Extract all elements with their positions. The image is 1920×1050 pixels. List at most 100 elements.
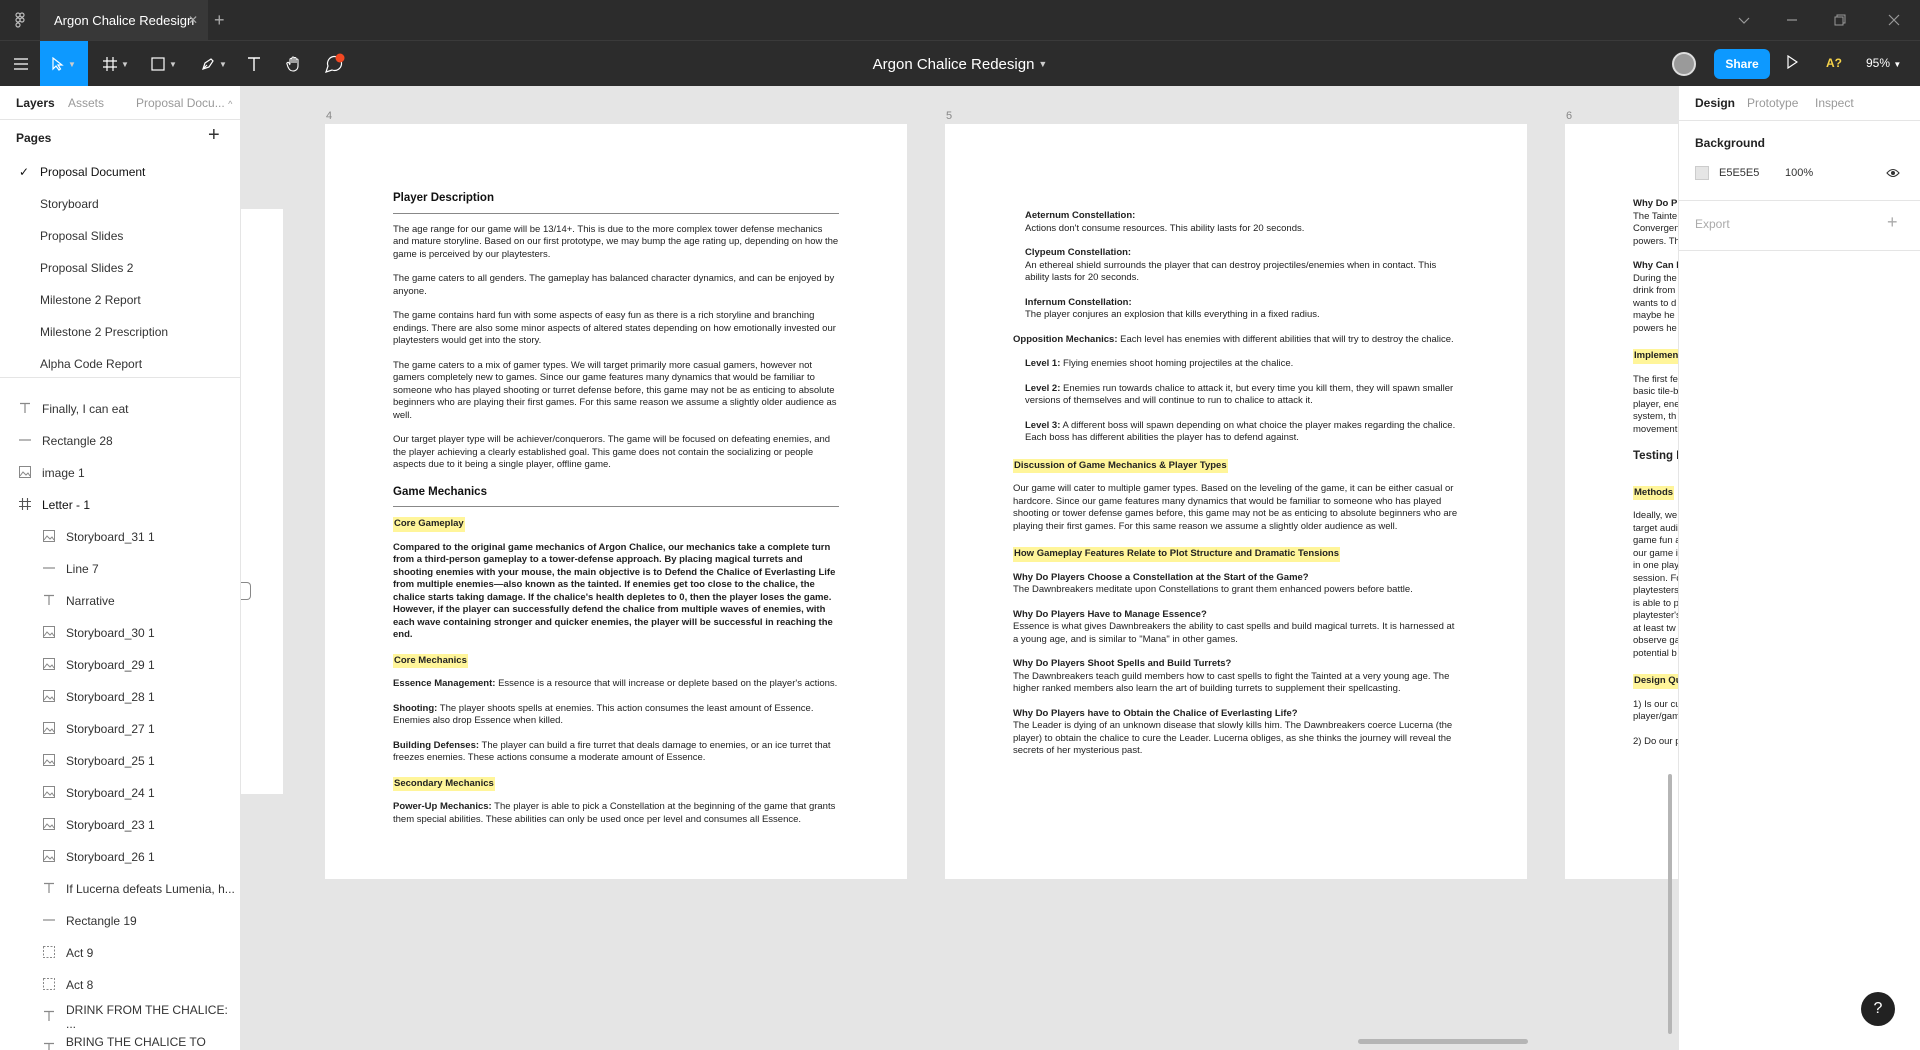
page-item-label: Alpha Code Report (40, 357, 143, 371)
paragraph: Our game will cater to multiple gamer ty… (1013, 483, 1458, 532)
left-panel-tabs: Layers Assets Proposal Docu... ^ (0, 86, 240, 120)
page-item[interactable]: Milestone 2 Prescription (40, 325, 168, 339)
paragraph: The game caters to all genders. The game… (393, 273, 835, 297)
layer-name: Rectangle 28 (42, 434, 113, 448)
add-page-button[interactable]: + (208, 124, 220, 147)
layer-item[interactable]: Letter - 1 (0, 489, 240, 521)
page-item[interactable]: Proposal Slides 2 (40, 261, 133, 275)
present-play-icon[interactable] (1786, 55, 1798, 69)
help-button[interactable]: ? (1861, 992, 1895, 1026)
layer-item[interactable]: Storyboard_30 1 (0, 617, 240, 649)
restore-icon[interactable] (1834, 14, 1846, 26)
frame-handle[interactable] (241, 582, 251, 600)
vertical-scrollbar[interactable] (1668, 774, 1672, 1034)
canvas[interactable]: 4 5 6 Player Description The age range f… (241, 86, 1678, 1050)
comment-tool-button[interactable] (320, 41, 348, 87)
paragraph: Essence Management: Essence is a resourc… (393, 678, 839, 691)
frame-label-6[interactable]: 6 (1566, 110, 1572, 122)
eye-icon[interactable] (1886, 168, 1900, 178)
text: During the (1633, 272, 1677, 284)
tab-inspect[interactable]: Inspect (1815, 96, 1854, 110)
layer-item[interactable]: Storyboard_27 1 (0, 713, 240, 745)
minimize-icon[interactable] (1786, 14, 1798, 26)
question: Why Do Players Shoot Spells and Build Tu… (1013, 658, 1232, 669)
paragraph: Why Do Players have to Obtain the Chalic… (1013, 708, 1461, 758)
hand-tool-button[interactable] (282, 41, 306, 87)
image-layer-icon (42, 625, 56, 641)
layer-item[interactable]: BRING THE CHALICE TO THE... (0, 1033, 240, 1050)
accessibility-check-button[interactable]: A? (1826, 56, 1842, 70)
text: potential b (1633, 647, 1677, 659)
main-menu-button[interactable] (8, 41, 34, 87)
frame-tool-button[interactable]: ▼ (96, 41, 136, 87)
background-opacity-input[interactable]: 100% (1785, 167, 1813, 179)
background-hex-input[interactable]: E5E5E5 (1719, 167, 1759, 179)
text: system, th (1633, 411, 1677, 422)
chevron-down-icon[interactable]: ▼ (1038, 59, 1047, 69)
paragraph: Clypeum Constellation: An ethereal shield… (1025, 247, 1461, 285)
layer-item[interactable]: Storyboard_26 1 (0, 841, 240, 873)
tab-design[interactable]: Design (1695, 96, 1735, 110)
layer-item[interactable]: Act 9 (0, 937, 240, 969)
text: 1) Is our cu (1633, 698, 1678, 710)
tab-assets[interactable]: Assets (68, 96, 104, 110)
new-tab-button[interactable]: + (214, 10, 225, 31)
layer-item[interactable]: DRINK FROM THE CHALICE: ... (0, 1001, 240, 1033)
close-tab-icon[interactable]: ✕ (188, 13, 198, 27)
layer-name: DRINK FROM THE CHALICE: ... (65, 1003, 228, 1031)
page-item[interactable]: Storyboard (40, 197, 99, 211)
partial-frame[interactable] (241, 209, 283, 794)
chevron-down-icon[interactable] (1738, 14, 1750, 26)
document-page-5[interactable]: Aeternum Constellation: Actions don't con… (945, 124, 1527, 879)
horizontal-scrollbar[interactable] (1358, 1039, 1528, 1044)
document-page-6[interactable]: Why Do Pla The Tainte Convergen powers. … (1565, 124, 1678, 879)
zoom-level[interactable]: 95% ▼ (1866, 56, 1901, 70)
page-item[interactable]: Milestone 2 Report (40, 293, 141, 307)
text: maybe he (1633, 310, 1675, 321)
tab-layers[interactable]: Layers (16, 96, 55, 110)
background-color-swatch[interactable] (1695, 166, 1709, 180)
layer-item[interactable]: Rectangle 28 (0, 425, 240, 457)
tab-page-selector[interactable]: Proposal Docu... ^ (136, 96, 232, 110)
layer-item[interactable]: Storyboard_24 1 (0, 777, 240, 809)
shape-tool-button[interactable]: ▼ (144, 41, 184, 87)
layer-item[interactable]: Finally, I can eat (0, 393, 240, 425)
layer-item[interactable]: Rectangle 19 (0, 905, 240, 937)
share-button[interactable]: Share (1714, 49, 1770, 79)
tab-prototype[interactable]: Prototype (1747, 96, 1798, 110)
frame-label-4[interactable]: 4 (326, 110, 332, 122)
page-item[interactable]: ✓ Proposal Document (19, 165, 145, 179)
move-tool-button[interactable]: ▼ (40, 41, 88, 87)
pen-tool-button[interactable]: ▼ (194, 41, 234, 87)
layer-item[interactable]: Storyboard_29 1 (0, 649, 240, 681)
page-item[interactable]: Alpha Code Report (40, 357, 142, 371)
page-item[interactable]: Proposal Slides (40, 229, 123, 243)
layer-item[interactable]: Storyboard_31 1 (0, 521, 240, 553)
layer-item[interactable]: Narrative (0, 585, 240, 617)
layer-name: Storyboard_25 1 (66, 754, 155, 768)
layer-item[interactable]: Line 7 (0, 553, 240, 585)
paragraph: Opposition Mechanics: Each level has ene… (1013, 334, 1461, 347)
layer-name: Storyboard_26 1 (66, 850, 155, 864)
add-export-button[interactable]: + (1887, 212, 1898, 233)
close-window-icon[interactable] (1888, 14, 1900, 26)
layer-item[interactable]: Storyboard_25 1 (0, 745, 240, 777)
text-tool-button[interactable] (242, 41, 266, 87)
paragraph: Why Do Players Have to Manage Essence? Es… (1013, 609, 1461, 647)
layer-item[interactable]: Storyboard_23 1 (0, 809, 240, 841)
figma-logo-icon[interactable] (12, 12, 28, 28)
line-layer-icon (42, 914, 56, 929)
text: powers he (1633, 322, 1677, 334)
document-page-4[interactable]: Player Description The age range for our… (325, 124, 907, 879)
text-layer-icon (42, 1010, 56, 1025)
layer-item[interactable]: If Lucerna defeats Lumenia, h... (0, 873, 240, 905)
layer-item[interactable]: Storyboard_28 1 (0, 681, 240, 713)
file-tab[interactable]: Argon Chalice Redesign ✕ (40, 0, 208, 40)
layer-name: Line 7 (66, 562, 99, 576)
layer-item[interactable]: image 1 (0, 457, 240, 489)
avatar[interactable] (1672, 52, 1696, 76)
file-title-label[interactable]: Argon Chalice Redesign (873, 56, 1035, 73)
answer: The Dawnbreakers meditate upon Constella… (1013, 584, 1413, 595)
layer-item[interactable]: Act 8 (0, 969, 240, 1001)
frame-label-5[interactable]: 5 (946, 110, 952, 122)
